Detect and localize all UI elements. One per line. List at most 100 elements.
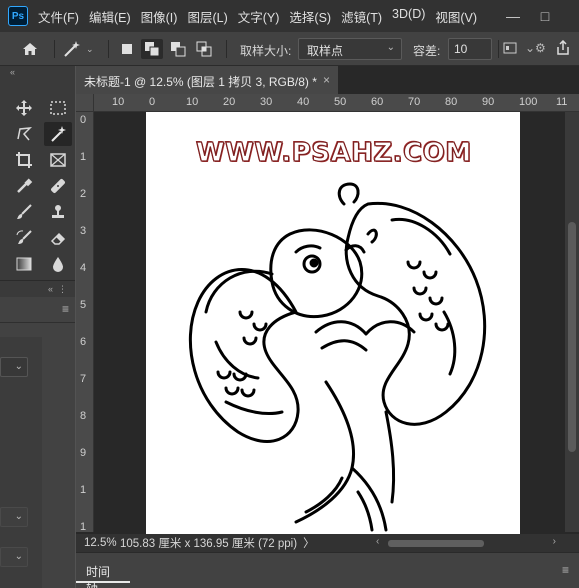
menu-item[interactable]: 视图(V) bbox=[435, 7, 477, 26]
share-icon[interactable] bbox=[556, 39, 570, 59]
vertical-scrollbar[interactable] bbox=[565, 112, 579, 532]
ruler-tick-label: 0 bbox=[149, 96, 156, 108]
collapse-icon[interactable]: « bbox=[0, 66, 75, 78]
ruler-tick-label: 11 bbox=[556, 96, 568, 108]
status-bar: 12.5% 105.83 厘米 x 136.95 厘米 (72 ppi) 〉 ‹… bbox=[76, 534, 579, 552]
panel-dropdown[interactable]: ⌄ bbox=[0, 357, 28, 377]
marquee-tool-icon[interactable] bbox=[44, 96, 72, 120]
frame-tool-icon[interactable] bbox=[44, 148, 72, 172]
menu-item[interactable]: 图层(L) bbox=[187, 7, 227, 26]
tab-timeline[interactable]: 时间轴 bbox=[76, 557, 130, 588]
ruler-tick-label: 10 bbox=[112, 96, 125, 108]
panel-body: ⌄ ⌄ ⌄ bbox=[0, 337, 42, 588]
tool-grid bbox=[10, 96, 78, 278]
sample-size-select[interactable]: 取样点 ⌄ bbox=[298, 38, 402, 60]
vertical-ruler[interactable]: 0 1 2 3 4 5 6 7 8 9 1 1 bbox=[76, 112, 94, 532]
document-title: 未标题-1 @ 12.5% (图层 1 拷贝 3, RGB/8) * bbox=[84, 75, 317, 89]
ruler-tick-label: 3 bbox=[80, 225, 87, 237]
scrollbar-thumb[interactable] bbox=[388, 540, 484, 547]
horizontal-scrollbar[interactable]: ‹ › bbox=[376, 536, 556, 548]
panel-dropdown[interactable]: ⌄ bbox=[0, 507, 28, 527]
ruler-tick-label: 60 bbox=[371, 96, 384, 108]
ruler-tick-label: 2 bbox=[80, 188, 87, 200]
horizontal-ruler[interactable]: 10 0 10 20 30 40 50 60 70 80 90 100 11 bbox=[94, 94, 579, 112]
scrollbar-thumb[interactable] bbox=[568, 222, 576, 452]
menu-item[interactable]: 3D(D) bbox=[392, 7, 425, 26]
ruler-tick-label: 20 bbox=[223, 96, 236, 108]
ruler-tick-label: 8 bbox=[80, 410, 87, 422]
lasso-tool-icon[interactable] bbox=[10, 122, 38, 146]
ruler-tick-label: 1 bbox=[80, 151, 87, 163]
ruler-tick-label: 1 bbox=[80, 521, 87, 532]
zoom-level[interactable]: 12.5% bbox=[84, 537, 120, 549]
photoshop-logo: Ps bbox=[8, 6, 28, 26]
menu-item[interactable]: 图像(I) bbox=[141, 7, 178, 26]
gradient-tool-icon[interactable] bbox=[10, 252, 38, 276]
blur-tool-icon[interactable] bbox=[44, 252, 72, 276]
panel-dropdown[interactable]: ⌄ bbox=[0, 547, 28, 567]
options-bar: ⌄ 取样大小: 取样点 ⌄ 容差: 10 ⌄⚙ bbox=[0, 32, 579, 66]
document-info: 105.83 厘米 x 136.95 厘米 (72 ppi) bbox=[120, 538, 298, 550]
crop-tool-icon[interactable] bbox=[10, 148, 38, 172]
scroll-left-icon[interactable]: ‹ bbox=[376, 536, 379, 547]
healing-brush-tool-icon[interactable] bbox=[44, 174, 72, 198]
scroll-right-icon[interactable]: › bbox=[553, 536, 556, 547]
clone-stamp-tool-icon[interactable] bbox=[44, 200, 72, 224]
anti-alias-checkbox[interactable] bbox=[503, 42, 517, 57]
menu-bar: Ps 文件(F) 编辑(E) 图像(I) 图层(L) 文字(Y) 选择(S) 滤镜(T) 3D… bbox=[0, 0, 579, 32]
restore-icon[interactable]: □ bbox=[530, 0, 560, 32]
separator bbox=[108, 40, 109, 58]
minimize-icon[interactable]: — bbox=[498, 0, 528, 32]
new-selection-icon[interactable] bbox=[116, 39, 138, 59]
history-brush-tool-icon[interactable] bbox=[10, 226, 38, 250]
menu-item[interactable]: 文件(F) bbox=[38, 7, 79, 26]
panel-menu-icon[interactable]: ≡ bbox=[62, 302, 69, 316]
eraser-tool-icon[interactable] bbox=[44, 226, 72, 250]
close-icon[interactable]: × bbox=[323, 73, 330, 87]
sample-size-label: 取样大小: bbox=[240, 44, 292, 58]
ruler-origin[interactable] bbox=[76, 94, 94, 112]
add-to-selection-icon[interactable] bbox=[141, 39, 163, 59]
settings-gear-icon[interactable]: ⌄⚙ bbox=[525, 41, 546, 55]
document-tab[interactable]: 未标题-1 @ 12.5% (图层 1 拷贝 3, RGB/8) * × bbox=[76, 66, 338, 94]
ruler-tick-label: 4 bbox=[80, 262, 87, 274]
separator bbox=[54, 40, 55, 58]
ruler-tick-label: 80 bbox=[445, 96, 458, 108]
chevron-right-icon[interactable]: 〉 bbox=[303, 535, 315, 551]
ruler-tick-label: 7 bbox=[80, 373, 87, 385]
move-tool-icon[interactable] bbox=[10, 96, 38, 120]
panel-tab-row: ≡ bbox=[0, 297, 75, 323]
ruler-tick-label: 40 bbox=[297, 96, 310, 108]
magic-wand-tool-icon[interactable] bbox=[44, 122, 72, 146]
home-icon[interactable] bbox=[18, 38, 42, 60]
ruler-tick-label: 1 bbox=[80, 484, 87, 496]
sample-size-value: 取样点 bbox=[307, 44, 344, 58]
ruler-tick-label: 6 bbox=[80, 336, 87, 348]
menu-item[interactable]: 滤镜(T) bbox=[341, 7, 382, 26]
chevron-down-icon: ⌄ bbox=[386, 42, 395, 53]
quick-selection-preset-icon[interactable]: ⌄ bbox=[62, 38, 100, 60]
separator bbox=[498, 40, 499, 58]
menu-item[interactable]: 编辑(E) bbox=[89, 7, 131, 26]
tolerance-input[interactable]: 10 bbox=[448, 38, 492, 60]
properties-panel: « ⋮ ≡ ⌄ ⌄ ⌄ bbox=[0, 280, 75, 588]
panel-menu-icon[interactable]: ≡ bbox=[562, 563, 569, 577]
ruler-tick-label: 5 bbox=[80, 299, 87, 311]
menu-item[interactable]: 文字(Y) bbox=[238, 7, 280, 26]
canvas[interactable]: WWW.PSAHZ.COM bbox=[146, 112, 520, 534]
eyedropper-tool-icon[interactable] bbox=[10, 174, 38, 198]
intersect-selection-icon[interactable] bbox=[193, 39, 215, 59]
brush-tool-icon[interactable] bbox=[10, 200, 38, 224]
separator bbox=[226, 40, 227, 58]
ruler-tick-label: 50 bbox=[334, 96, 347, 108]
tools-panel: « bbox=[0, 66, 75, 280]
collapse-icon[interactable]: « ⋮ bbox=[0, 281, 75, 297]
ruler-tick-label: 0 bbox=[80, 114, 87, 126]
menu-item[interactable]: 选择(S) bbox=[289, 7, 331, 26]
timeline-panel: 时间轴 ≡ bbox=[76, 552, 579, 588]
ruler-tick-label: 100 bbox=[519, 96, 538, 108]
document-window: 未标题-1 @ 12.5% (图层 1 拷贝 3, RGB/8) * × 10 0… bbox=[76, 66, 579, 552]
tolerance-label: 容差: bbox=[413, 44, 441, 58]
ruler-tick-label: 70 bbox=[408, 96, 421, 108]
subtract-from-selection-icon[interactable] bbox=[167, 39, 189, 59]
